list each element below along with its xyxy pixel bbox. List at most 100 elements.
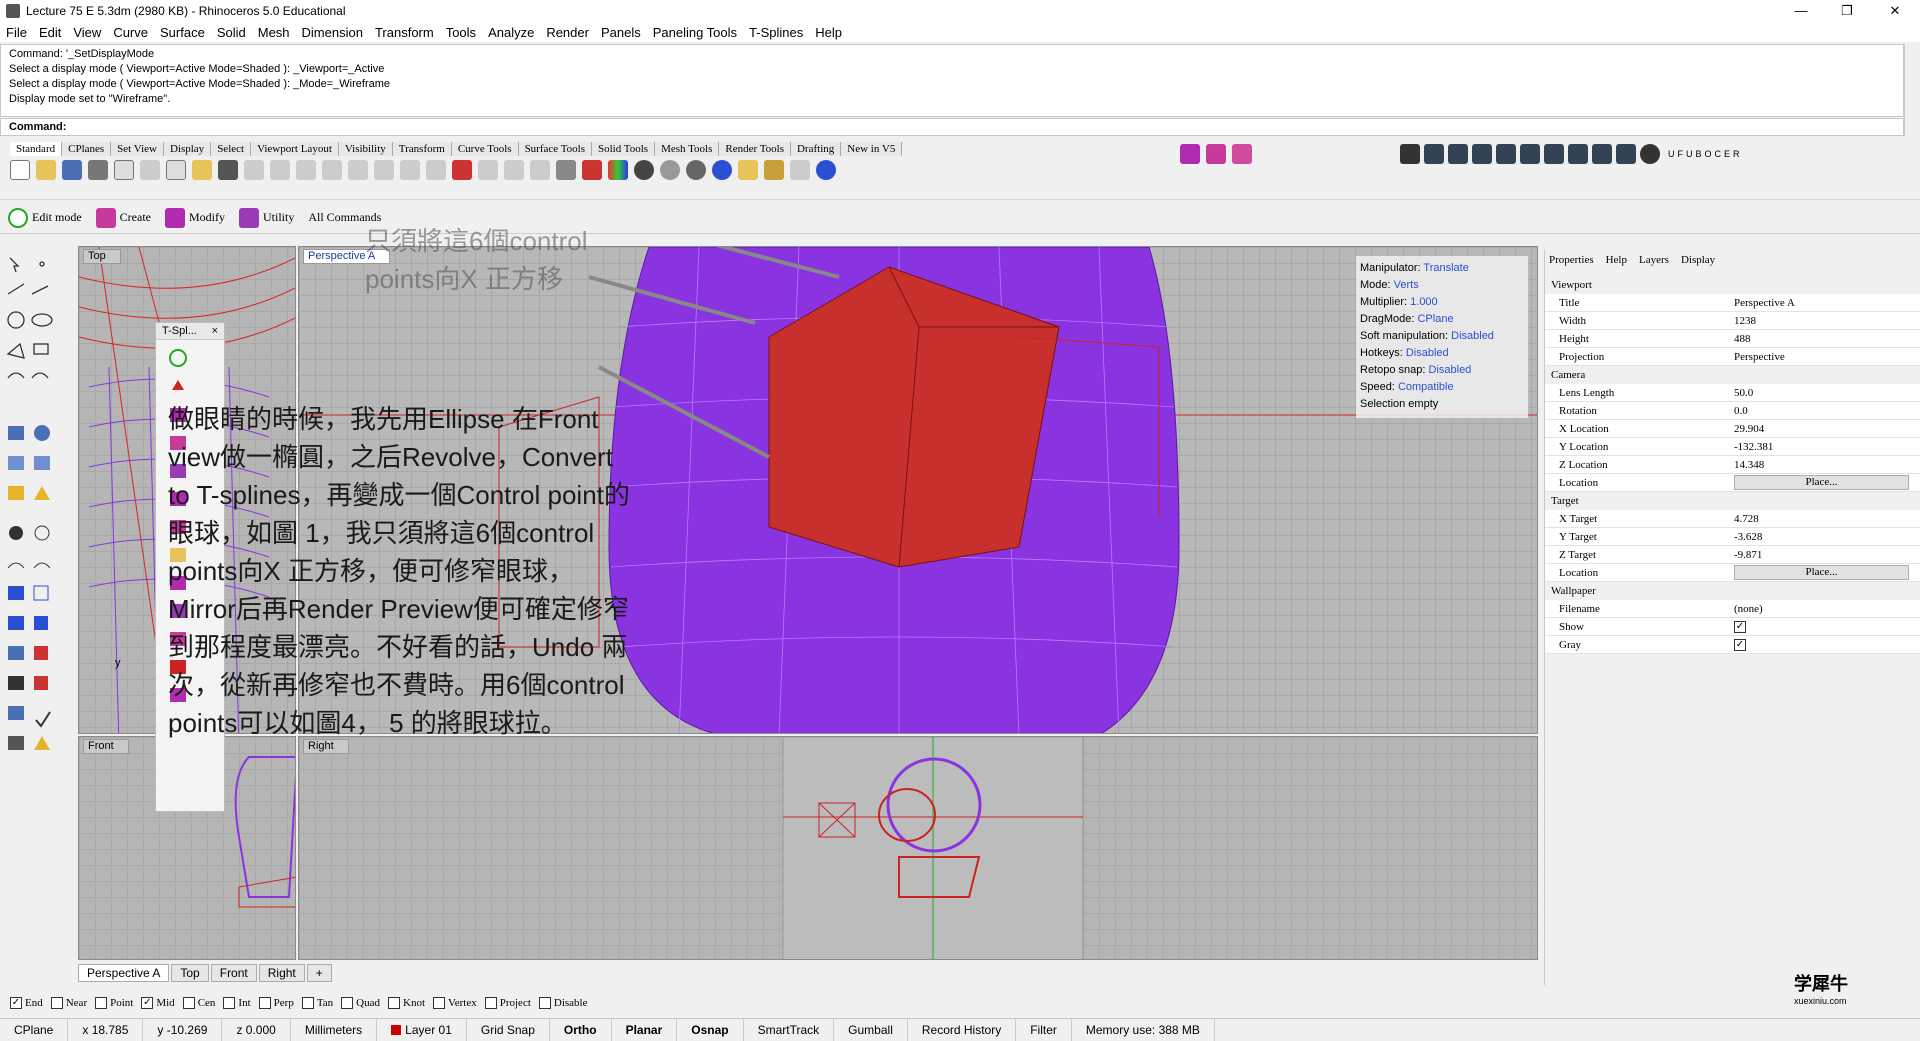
copy-to-clipboard-icon[interactable] xyxy=(114,160,134,180)
left-toolbar-icons[interactable] xyxy=(0,250,60,770)
vp-tab-perspective[interactable]: Perspective A xyxy=(78,964,170,982)
save-icon[interactable] xyxy=(62,160,82,180)
paste-icon[interactable] xyxy=(192,160,212,180)
status-filter[interactable]: Filter xyxy=(1016,1018,1072,1041)
undo-icon[interactable] xyxy=(218,160,238,180)
vp-tab-front[interactable]: Front xyxy=(210,964,257,982)
open-file-icon[interactable] xyxy=(36,160,56,180)
osnap-end[interactable]: ✓ End xyxy=(10,997,43,1009)
render-icon-4[interactable] xyxy=(1472,144,1492,164)
prop-value[interactable]: 4.728 xyxy=(1730,513,1920,525)
osnap-point[interactable]: Point xyxy=(95,997,133,1009)
osnap-vertex[interactable]: Vertex xyxy=(433,997,477,1009)
target-place-button[interactable]: Place... xyxy=(1734,565,1909,580)
tsplines-close-button[interactable]: × xyxy=(212,325,218,337)
color-wheel-icon[interactable] xyxy=(608,160,628,180)
menu-help[interactable]: Help xyxy=(815,25,842,40)
viewport-right[interactable]: Right xyxy=(298,736,1538,960)
menu-render[interactable]: Render xyxy=(546,25,589,40)
construction-plane-icon[interactable] xyxy=(478,160,498,180)
rotate-view-icon[interactable] xyxy=(270,160,290,180)
prop-value[interactable]: -3.628 xyxy=(1730,531,1920,543)
tab-display[interactable]: Display xyxy=(163,142,212,156)
render-icon-3[interactable] xyxy=(1448,144,1468,164)
help-icon[interactable] xyxy=(816,160,836,180)
menu-curve[interactable]: Curve xyxy=(113,25,148,40)
wallpaper-filename[interactable]: (none) xyxy=(1730,603,1920,615)
tab-standard[interactable]: Standard xyxy=(10,142,63,156)
prop-value[interactable]: 50.0 xyxy=(1730,387,1920,399)
tab-layers[interactable]: Layers xyxy=(1639,254,1669,266)
osnap-knot[interactable]: Knot xyxy=(388,997,425,1009)
prop-value[interactable]: 0.0 xyxy=(1730,405,1920,417)
render-icon-6[interactable] xyxy=(1520,144,1540,164)
osnap-project[interactable]: Project xyxy=(484,997,531,1009)
minimize-button[interactable]: — xyxy=(1778,0,1824,22)
status-record-history[interactable]: Record History xyxy=(908,1018,1017,1041)
osnap-int[interactable]: Int xyxy=(223,997,251,1009)
menu-panels[interactable]: Panels xyxy=(601,25,641,40)
gray-checkbox[interactable]: ✓ xyxy=(1734,639,1746,651)
osnap-near[interactable]: Near xyxy=(50,997,87,1009)
viewport-label-top[interactable]: Top xyxy=(83,249,121,264)
render-icon-10[interactable] xyxy=(1616,144,1636,164)
status-layer[interactable]: Layer 01 xyxy=(377,1018,467,1041)
menu-transform[interactable]: Transform xyxy=(375,25,434,40)
close-button[interactable]: ✕ xyxy=(1872,0,1918,22)
lightbulb-icon[interactable] xyxy=(530,160,550,180)
lock-icon[interactable] xyxy=(556,160,576,180)
tab-visibility[interactable]: Visibility xyxy=(338,142,393,156)
tsplines-plane-icon[interactable] xyxy=(1232,144,1252,164)
shaded-sphere-icon[interactable] xyxy=(634,160,654,180)
tab-cplanes[interactable]: CPlanes xyxy=(62,142,112,156)
menu-view[interactable]: View xyxy=(73,25,101,40)
options-gear-icon[interactable] xyxy=(764,160,784,180)
new-file-icon[interactable] xyxy=(10,160,30,180)
tab-curve-tools[interactable]: Curve Tools xyxy=(451,142,519,156)
prop-value[interactable]: 29.904 xyxy=(1730,423,1920,435)
osnap-quad[interactable]: Quad xyxy=(341,997,380,1009)
status-ortho[interactable]: Ortho xyxy=(550,1018,612,1041)
tab-set-view[interactable]: Set View xyxy=(111,142,164,156)
projection-select[interactable]: Perspective xyxy=(1730,351,1920,363)
zoom-icon[interactable] xyxy=(296,160,316,180)
rendered-sphere-icon[interactable] xyxy=(660,160,680,180)
ufuboceR-logo-icon[interactable] xyxy=(1640,144,1660,164)
tab-surface-tools[interactable]: Surface Tools xyxy=(518,142,592,156)
vp-tab-top[interactable]: Top xyxy=(171,964,209,982)
status-cplane[interactable]: CPlane xyxy=(0,1018,69,1041)
restore-button[interactable]: ❐ xyxy=(1824,0,1870,22)
undo-view-icon[interactable] xyxy=(400,160,420,180)
vp-tab-add[interactable]: + xyxy=(306,964,332,982)
osnap-checkbox[interactable] xyxy=(341,997,354,1009)
menu-solid[interactable]: Solid xyxy=(217,25,246,40)
osnap-checkbox[interactable] xyxy=(50,997,63,1009)
material-sphere-icon[interactable] xyxy=(686,160,706,180)
osnap-mid[interactable]: ✓ Mid xyxy=(141,997,175,1009)
status-units[interactable]: Millimeters xyxy=(291,1018,378,1041)
utility-button[interactable]: Utility xyxy=(238,207,294,228)
tab-help[interactable]: Help xyxy=(1606,254,1627,266)
osnap-checkbox[interactable] xyxy=(433,997,445,1009)
tab-drafting[interactable]: Drafting xyxy=(790,142,842,156)
zoom-extents-icon[interactable] xyxy=(348,160,368,180)
dimension-icon[interactable] xyxy=(790,160,810,180)
status-smarttrack[interactable]: SmartTrack xyxy=(744,1018,835,1041)
osnap-checkbox[interactable] xyxy=(388,997,400,1009)
render-icon-2[interactable] xyxy=(1424,144,1444,164)
status-gumball[interactable]: Gumball xyxy=(834,1018,908,1041)
status-planar[interactable]: Planar xyxy=(612,1018,678,1041)
command-scrollbar[interactable] xyxy=(1904,44,1920,136)
menu-analyze[interactable]: Analyze xyxy=(488,25,534,40)
viewport-label-front[interactable]: Front xyxy=(83,739,129,754)
four-viewports-icon[interactable] xyxy=(426,160,446,180)
menu-edit[interactable]: Edit xyxy=(39,25,61,40)
zoom-selected-icon[interactable] xyxy=(374,160,394,180)
edit-mode-button[interactable]: Edit mode xyxy=(8,207,82,228)
tab-mesh-tools[interactable]: Mesh Tools xyxy=(655,142,720,156)
osnap-tan[interactable]: Tan xyxy=(301,997,333,1009)
prop-value[interactable]: Perspective A xyxy=(1730,297,1920,309)
osnap-perp[interactable]: Perp xyxy=(258,997,294,1009)
camera-place-button[interactable]: Place... xyxy=(1734,475,1909,490)
osnap-checkbox[interactable] xyxy=(301,997,314,1009)
